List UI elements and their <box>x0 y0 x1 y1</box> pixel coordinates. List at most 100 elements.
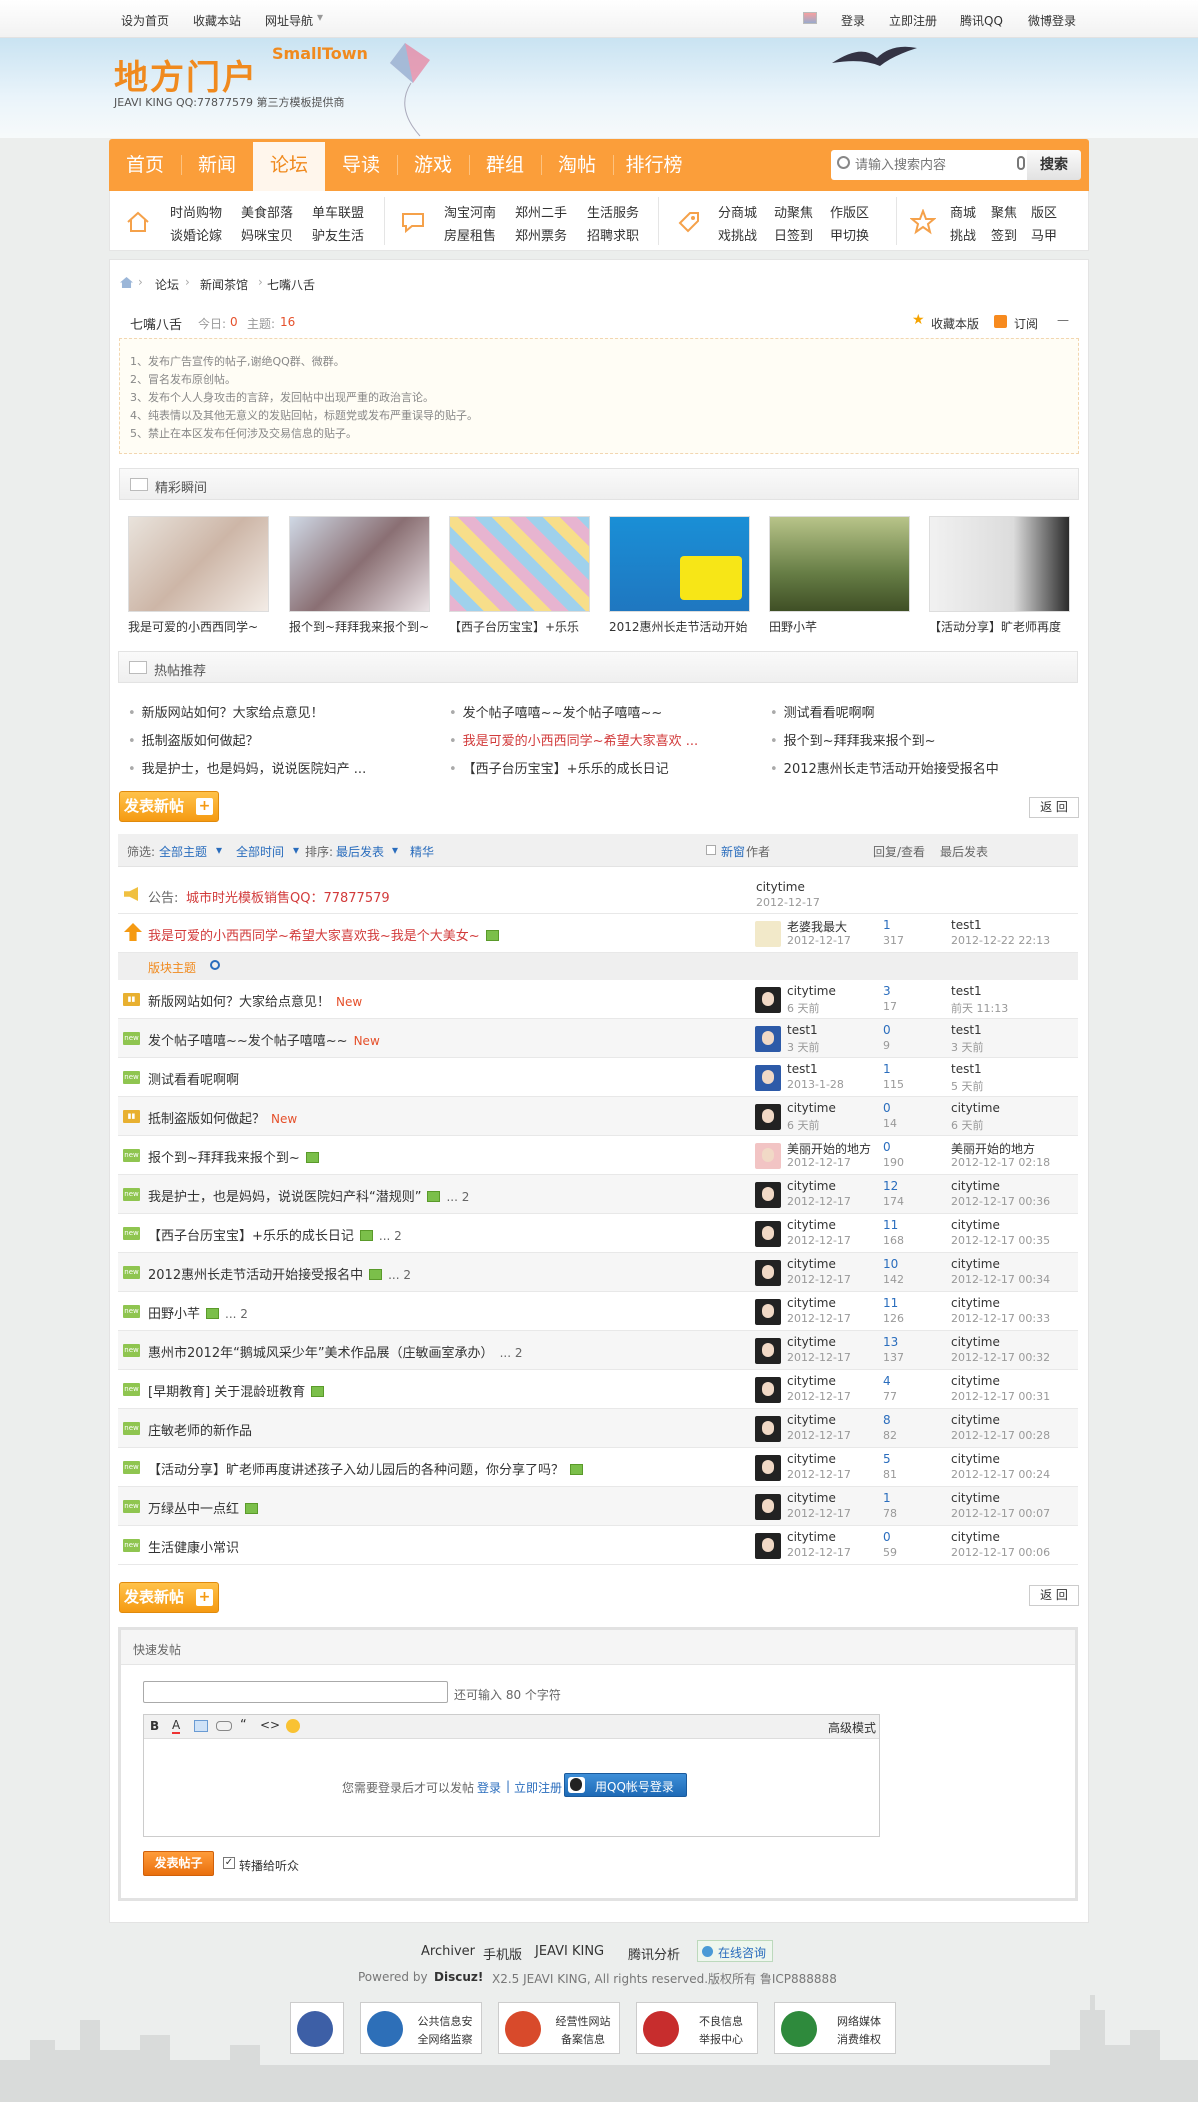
site-logo[interactable]: 地方门户 <box>114 50 258 99</box>
avatar[interactable] <box>755 1104 781 1130</box>
avatar[interactable] <box>755 921 781 947</box>
post-editor[interactable]: B A “ <> 高级模式 您需要登录后才可以发帖 登录 | 立即注册 用QQ帐… <box>143 1714 880 1837</box>
announcement-author[interactable]: citytime <box>756 880 805 894</box>
image-icon[interactable] <box>194 1720 208 1732</box>
weibo-login-link[interactable]: 微博登录 <box>1028 12 1076 29</box>
avatar[interactable] <box>755 1338 781 1364</box>
last-poster[interactable]: citytime <box>951 1257 1000 1271</box>
report-badge[interactable]: 不良信息 举报中心 <box>636 2002 758 2054</box>
hotpost-link[interactable]: 发个帖子嘻嘻~~发个帖子嘻嘻~~ <box>449 702 663 721</box>
new-post-button[interactable]: 发表新帖 + <box>119 1582 219 1613</box>
avatar[interactable] <box>755 1065 781 1091</box>
search-input[interactable] <box>855 155 1005 175</box>
last-poster[interactable]: citytime <box>951 1218 1000 1232</box>
thread-title[interactable]: 我是可爱的小西西同学~希望大家喜欢我~我是个大美女~ <box>148 925 499 944</box>
gallery-image[interactable] <box>289 516 430 612</box>
subnav-link[interactable]: 甲切换 <box>830 225 869 244</box>
last-poster[interactable]: 美丽开始的地方 <box>951 1140 1035 1157</box>
subnav-link[interactable]: 签到 <box>991 225 1017 244</box>
avatar[interactable] <box>755 1533 781 1559</box>
hotpost-link[interactable]: 我是护士，也是妈妈，说说医院妇产 ... <box>128 758 367 777</box>
discuz-link[interactable]: Discuz! <box>434 1970 483 1984</box>
table-row[interactable]: ▮▮ 抵制盗版如何做起？ New citytime 6 天前 0 14 citytime 6 天… <box>118 1097 1078 1136</box>
police-badge[interactable] <box>290 2002 344 2054</box>
avatar[interactable] <box>755 1455 781 1481</box>
table-row[interactable]: new 田野小芊... 2 citytime 2012-12-17 11 126 cityt… <box>118 1292 1078 1331</box>
hotpost-link[interactable]: 【西子台历宝宝】+乐乐的成长日记 <box>449 758 669 777</box>
subnav-link[interactable]: 动聚焦 <box>774 202 813 221</box>
subnav-link[interactable]: 戏挑战 <box>718 225 757 244</box>
hotpost-link[interactable]: 抵制盗版如何做起？ <box>128 730 259 749</box>
last-poster[interactable]: citytime <box>951 1335 1000 1349</box>
subnav-link[interactable]: 招聘求职 <box>587 225 639 244</box>
avatar[interactable] <box>755 1299 781 1325</box>
subnav-link[interactable]: 单车联盟 <box>312 202 364 221</box>
submit-post-button[interactable]: 发表帖子 <box>143 1851 214 1876</box>
announcement-title[interactable]: 城市时光模板销售QQ：77877579 <box>186 887 390 906</box>
table-row[interactable]: new 生活健康小常识 citytime 2012-12-17 0 59 citytime 2… <box>118 1526 1078 1565</box>
subnav-link[interactable]: 美食部落 <box>241 202 293 221</box>
new-window-label[interactable]: 新窗 <box>721 843 745 860</box>
avatar[interactable] <box>755 1221 781 1247</box>
thread-title[interactable]: 新版网站如何？大家给点意见！ New <box>148 991 362 1010</box>
thread-title[interactable]: 我是护士，也是妈妈，说说医院妇产科“潜规则”... 2 <box>148 1186 469 1205</box>
gallery-image[interactable] <box>769 516 910 612</box>
footer-link[interactable]: JEAVI KING <box>535 1944 604 1959</box>
collapse-button[interactable]: — <box>1057 313 1069 327</box>
consumer-badge[interactable]: 网络媒体 消费维权 <box>774 2002 896 2054</box>
avatar[interactable] <box>755 1377 781 1403</box>
hotpost-link[interactable]: 报个到~拜拜我来报个到~ <box>770 730 936 749</box>
nav-ranking[interactable]: 排行榜 <box>613 139 695 191</box>
avatar[interactable] <box>755 1143 781 1169</box>
subnav-link[interactable]: 郑州票务 <box>515 225 567 244</box>
bold-icon[interactable]: B <box>150 1719 159 1733</box>
hotpost-link[interactable]: 2012惠州长走节活动开始接受报名中 <box>770 758 999 777</box>
thread-author[interactable]: citytime <box>787 984 836 998</box>
breadcrumb-forum[interactable]: 论坛 <box>155 276 179 293</box>
quote-icon[interactable]: “ <box>240 1718 247 1733</box>
thread-author[interactable]: citytime <box>787 1257 836 1271</box>
thread-author[interactable]: test1 <box>787 1062 818 1076</box>
register-link[interactable]: 立即注册 <box>514 1779 562 1796</box>
nav-news[interactable]: 新闻 <box>181 139 253 191</box>
table-row[interactable]: new 惠州市2012年“鹅城风采少年”美术作品展（庄敏画室承办）... 2 cit… <box>118 1331 1078 1370</box>
last-poster[interactable]: test1 <box>951 984 982 998</box>
nav-forum[interactable]: 论坛 <box>253 139 325 191</box>
footer-link[interactable]: 手机版 <box>483 1944 522 1963</box>
thread-title[interactable]: 庄敏老师的新作品 <box>148 1420 252 1439</box>
gallery-caption[interactable]: 田野小芊 <box>769 618 919 635</box>
table-row[interactable]: new 庄敏老师的新作品 citytime 2012-12-17 8 82 citytime… <box>118 1409 1078 1448</box>
subnav-link[interactable]: 版区 <box>1031 202 1057 221</box>
thread-title[interactable]: 测试看看呢啊啊 <box>148 1069 239 1088</box>
thread-title[interactable]: 生活健康小常识 <box>148 1537 239 1556</box>
thread-author[interactable]: citytime <box>787 1179 836 1193</box>
gallery-image[interactable] <box>449 516 590 612</box>
table-row[interactable]: ▮▮ 新版网站如何？大家给点意见！ New citytime 6 天前 3 17 test1 前… <box>118 980 1078 1019</box>
avatar[interactable] <box>755 1416 781 1442</box>
filter-digest[interactable]: 精华 <box>410 843 434 860</box>
breadcrumb-category[interactable]: 新闻茶馆 <box>200 276 248 293</box>
thread-author[interactable]: 美丽开始的地方 <box>787 1140 871 1157</box>
subnav-link[interactable]: 聚焦 <box>991 202 1017 221</box>
subnav-link[interactable]: 分商城 <box>718 202 757 221</box>
new-window-checkbox[interactable] <box>706 845 716 855</box>
page-link[interactable]: ... 2 <box>225 1307 248 1321</box>
back-button[interactable]: 返 回 <box>1029 1585 1079 1606</box>
thread-title[interactable]: 2012惠州长走节活动开始接受报名中... 2 <box>148 1264 411 1283</box>
back-button[interactable]: 返 回 <box>1029 797 1079 818</box>
subnav-link[interactable]: 日签到 <box>774 225 813 244</box>
thread-author[interactable]: citytime <box>787 1374 836 1388</box>
thread-author[interactable]: citytime <box>787 1413 836 1427</box>
qq-login-button[interactable]: 用QQ帐号登录 <box>564 1773 687 1797</box>
announcement-row[interactable]: 公告: 城市时光模板销售QQ：77877579 citytime 2012-12… <box>118 877 1078 914</box>
table-row[interactable]: new 2012惠州长走节活动开始接受报名中... 2 citytime 2012-1… <box>118 1253 1078 1292</box>
nav-collections[interactable]: 淘帖 <box>541 139 613 191</box>
subnav-link[interactable]: 淘宝河南 <box>444 202 496 221</box>
gallery-caption[interactable]: 报个到~拜拜我来报个到~ <box>289 618 439 635</box>
advanced-mode-link[interactable]: 高级模式 <box>828 1719 876 1736</box>
security-badge[interactable]: 公共信息安 全网络监察 <box>360 2002 482 2054</box>
nav-groups[interactable]: 群组 <box>469 139 541 191</box>
thread-title[interactable]: 惠州市2012年“鹅城风采少年”美术作品展（庄敏画室承办）... 2 <box>148 1342 522 1361</box>
last-poster[interactable]: citytime <box>951 1374 1000 1388</box>
code-icon[interactable]: <> <box>260 1718 280 1732</box>
